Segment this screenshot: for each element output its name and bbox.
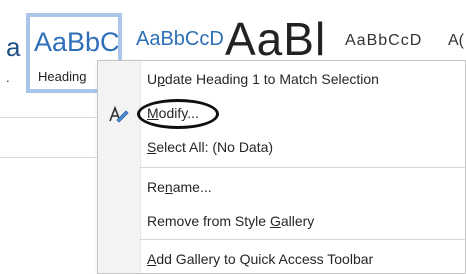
style-preview: AaBbCcD xyxy=(136,28,224,50)
menu-item-label: Add Gallery to Quick Access Toolbar xyxy=(147,251,374,267)
ribbon-divider xyxy=(0,157,98,158)
style-preview: A( xyxy=(448,32,464,49)
style-preview: AaBl xyxy=(225,13,327,65)
menu-item-remove-from-gallery[interactable]: Remove from Style Gallery xyxy=(98,207,466,235)
menu-item-select-all[interactable]: Select All: (No Data) xyxy=(98,133,466,161)
menu-item-label: Select All: (No Data) xyxy=(147,139,274,155)
menu-item-add-to-quick-access[interactable]: Add Gallery to Quick Access Toolbar xyxy=(98,245,466,273)
style-preview: AaBbC( xyxy=(34,27,122,57)
menu-separator xyxy=(140,239,466,240)
ribbon-divider xyxy=(0,117,98,118)
style-context-menu: Update Heading 1 to Match Selection Modi… xyxy=(97,60,466,274)
style-tile-partial-left[interactable]: a . xyxy=(0,10,22,96)
style-name: Heading xyxy=(38,69,87,84)
menu-item-label: Update Heading 1 to Match Selection xyxy=(147,71,379,87)
highlight-circle xyxy=(137,99,219,129)
style-preview: a xyxy=(6,32,21,62)
menu-item-update-heading[interactable]: Update Heading 1 to Match Selection xyxy=(98,65,466,93)
style-preview: AaBbCcD xyxy=(345,32,423,49)
menu-item-label: Remove from Style Gallery xyxy=(147,213,315,229)
menu-separator xyxy=(140,167,466,168)
menu-item-label: Rename... xyxy=(147,179,212,195)
style-name: . xyxy=(6,70,10,85)
menu-item-rename[interactable]: Rename... xyxy=(98,173,466,201)
